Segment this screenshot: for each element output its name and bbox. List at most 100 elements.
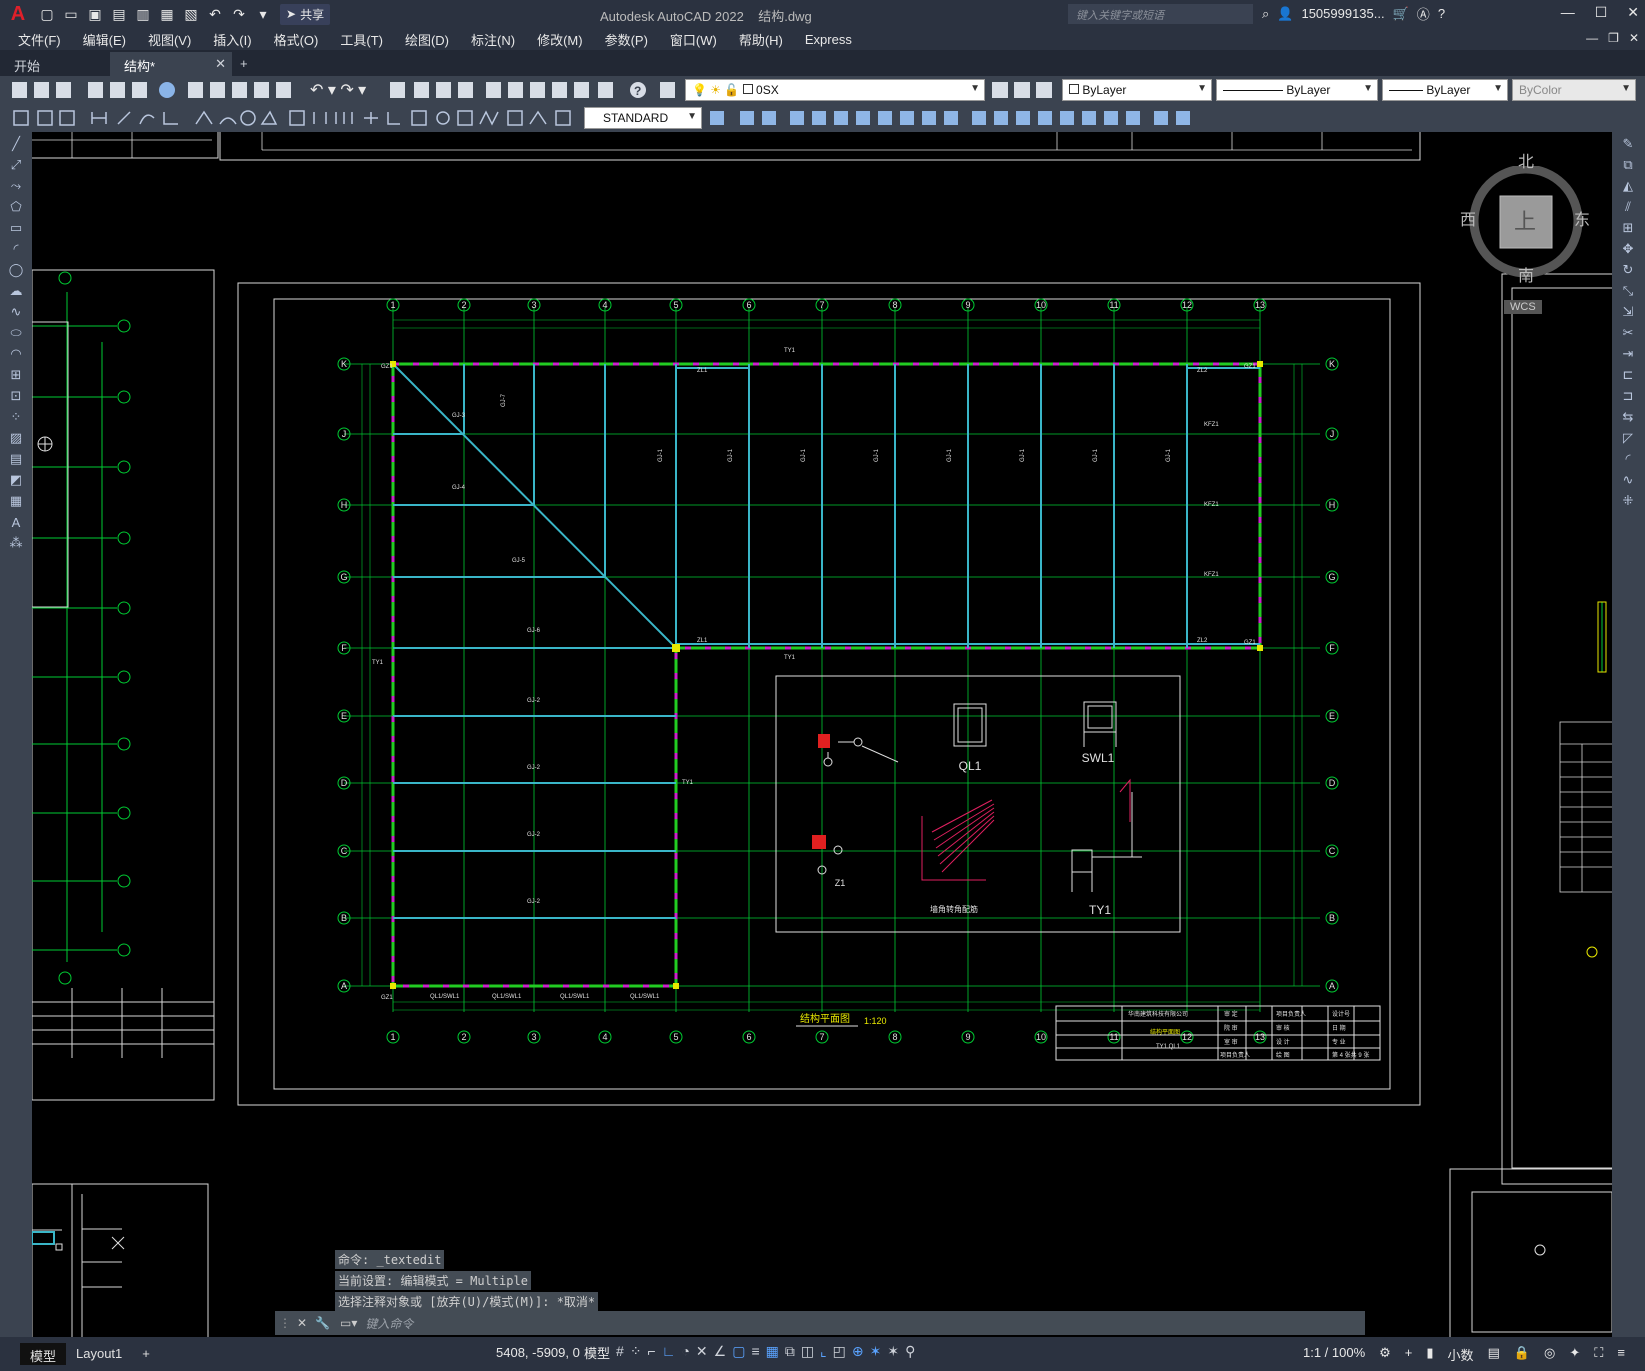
wcs-badge[interactable]: WCS bbox=[1504, 300, 1542, 314]
customization-icon[interactable]: ≡ bbox=[1617, 1345, 1625, 1364]
doc-close-icon[interactable]: ✕ bbox=[1629, 31, 1639, 45]
tab-model[interactable]: 模型 bbox=[20, 1343, 67, 1365]
search-icon[interactable]: ⌕ bbox=[1262, 6, 1269, 22]
rotate-icon[interactable]: ↻ bbox=[1618, 261, 1638, 279]
break-at-point-icon[interactable]: ⊏ bbox=[1618, 366, 1638, 384]
menu-tools[interactable]: 工具(T) bbox=[340, 30, 383, 49]
menu-parametric[interactable]: 参数(P) bbox=[605, 30, 648, 49]
search-input[interactable]: 键入关键字或短语 bbox=[1068, 4, 1253, 24]
3d-osnap-icon[interactable]: ◫ bbox=[801, 1343, 814, 1362]
grid-icon[interactable]: # bbox=[616, 1343, 624, 1362]
ellipse-icon[interactable]: ⬭ bbox=[6, 324, 26, 342]
menu-window[interactable]: 窗口(W) bbox=[670, 30, 717, 49]
polar-icon[interactable]: ◔ bbox=[681, 1343, 689, 1362]
close-icon[interactable]: ✕ bbox=[1627, 4, 1639, 21]
hardware-accel-icon[interactable]: ✦ bbox=[1569, 1345, 1580, 1364]
dynamic-ucs-icon[interactable]: ⌞ bbox=[820, 1343, 827, 1362]
construction-line-icon[interactable]: ⤢ bbox=[6, 156, 26, 174]
spline-icon[interactable]: ∿ bbox=[6, 303, 26, 321]
doc-restore-icon[interactable]: ❐ bbox=[1608, 31, 1619, 45]
isodraft-icon[interactable]: ✕ bbox=[696, 1343, 708, 1362]
mtext-icon[interactable]: A bbox=[6, 513, 26, 531]
close-icon[interactable]: ✕ bbox=[297, 1316, 307, 1330]
annotation-scale[interactable]: 1:1 / 100% bbox=[1303, 1345, 1365, 1364]
cart-icon[interactable]: 🛒 bbox=[1393, 6, 1409, 22]
add-layout-button[interactable]: + bbox=[132, 1343, 160, 1365]
insert-block-icon[interactable]: ⊞ bbox=[6, 366, 26, 384]
copy-icon[interactable]: ⧉ bbox=[1618, 156, 1638, 174]
command-input[interactable]: 键入命令 bbox=[365, 1315, 413, 1332]
linetype-dropdown[interactable]: ByLayer ▼ bbox=[1216, 79, 1378, 101]
chamfer-icon[interactable]: ◸ bbox=[1618, 429, 1638, 447]
dimension-tool-icons[interactable] bbox=[0, 104, 580, 132]
compass-south[interactable]: 南 bbox=[1518, 262, 1534, 286]
revcloud-icon[interactable]: ☁ bbox=[6, 282, 26, 300]
drawing-canvas[interactable]: 1 2 3 4 5 6 7 8 9 10 11 12 13 1 2 3 4 5 … bbox=[32, 132, 1612, 1337]
plotstyle-dropdown[interactable]: ByColor ▼ bbox=[1512, 79, 1636, 101]
plot-icon[interactable]: ▧ bbox=[180, 3, 202, 25]
customize-qat-icon[interactable]: ▾ bbox=[252, 3, 274, 25]
infer-icon[interactable]: ⌐ bbox=[648, 1343, 656, 1362]
modify-tool-icons[interactable] bbox=[706, 104, 1206, 132]
add-selected-icon[interactable]: ⁂ bbox=[6, 534, 26, 552]
drawing-viewport[interactable]: 1 2 3 4 5 6 7 8 9 10 11 12 13 1 2 3 4 5 … bbox=[32, 132, 1612, 1337]
lineweight-dropdown[interactable]: ByLayer ▼ bbox=[1382, 79, 1508, 101]
menu-format[interactable]: 格式(O) bbox=[274, 30, 319, 49]
table-icon[interactable]: ▦ bbox=[6, 492, 26, 510]
ortho-icon[interactable]: ∟ bbox=[662, 1343, 676, 1362]
compass-north[interactable]: 北 bbox=[1518, 148, 1534, 172]
autodesk-app-icon[interactable]: Ⓐ bbox=[1417, 4, 1430, 23]
textstyle-dropdown[interactable]: STANDARD ▼ bbox=[584, 107, 702, 129]
menu-help[interactable]: 帮助(H) bbox=[739, 30, 783, 49]
viewcube[interactable]: 北 南 西 东 上 WCS bbox=[1460, 154, 1590, 322]
new-tab-button[interactable]: + bbox=[232, 52, 260, 76]
menu-modify[interactable]: 修改(M) bbox=[537, 30, 583, 49]
annotation-monitor-icon[interactable]: + bbox=[1405, 1345, 1413, 1364]
maximize-icon[interactable]: ☐ bbox=[1595, 4, 1608, 21]
user-icon[interactable]: 👤 bbox=[1277, 6, 1293, 22]
array-icon[interactable]: ⊞ bbox=[1618, 219, 1638, 237]
annotation-visibility-icon[interactable]: ✶ bbox=[870, 1343, 882, 1362]
save-as-icon[interactable]: ▤ bbox=[108, 3, 130, 25]
standard-tool-icons[interactable]: ↶ ▾ ↷ ▾ ? bbox=[0, 76, 680, 104]
workspace-icon[interactable]: ⚙ bbox=[1379, 1345, 1391, 1364]
lock-ui-icon[interactable]: 🔒 bbox=[1514, 1345, 1530, 1364]
selection-cycling-icon[interactable]: ⧉ bbox=[785, 1343, 795, 1362]
menu-dimension[interactable]: 标注(N) bbox=[471, 30, 515, 49]
arc-icon[interactable]: ◜ bbox=[6, 240, 26, 258]
autocad-logo-icon[interactable]: A bbox=[0, 0, 36, 28]
layer-dropdown[interactable]: 💡 ☀ 🔓 0SX ▼ bbox=[685, 79, 985, 101]
scale-icon[interactable]: ⤡ bbox=[1618, 282, 1638, 300]
blend-icon[interactable]: ∿ bbox=[1618, 471, 1638, 489]
open-web-icon[interactable]: ▥ bbox=[132, 3, 154, 25]
rectangle-icon[interactable]: ▭ bbox=[6, 219, 26, 237]
transparency-icon[interactable]: ▦ bbox=[766, 1343, 779, 1362]
menu-express[interactable]: Express bbox=[805, 32, 852, 47]
save-icon[interactable]: ▣ bbox=[84, 3, 106, 25]
move-icon[interactable]: ✥ bbox=[1618, 240, 1638, 258]
tab-close-icon[interactable]: ✕ bbox=[215, 56, 226, 72]
offset-icon[interactable]: ⫽ bbox=[1618, 198, 1638, 216]
hatch-icon[interactable]: ▨ bbox=[6, 429, 26, 447]
tab-structure[interactable]: 结构* ✕ bbox=[110, 52, 232, 76]
units-value[interactable]: 小数 bbox=[1448, 1345, 1474, 1364]
undo-icon[interactable]: ↶ bbox=[204, 3, 226, 25]
selection-filter-icon[interactable]: ◰ bbox=[833, 1343, 846, 1362]
save-web-icon[interactable]: ▦ bbox=[156, 3, 178, 25]
menu-file[interactable]: 文件(F) bbox=[18, 30, 61, 49]
compass-east[interactable]: 东 bbox=[1574, 206, 1590, 230]
minimize-icon[interactable]: — bbox=[1561, 4, 1575, 21]
extend-icon[interactable]: ⇥ bbox=[1618, 345, 1638, 363]
autoscale-icon[interactable]: ✶ bbox=[887, 1343, 899, 1362]
annotation-scale-icon[interactable]: ⚲ bbox=[905, 1343, 915, 1362]
trim-icon[interactable]: ✂ bbox=[1618, 324, 1638, 342]
circle-icon[interactable]: ◯ bbox=[6, 261, 26, 279]
mirror-icon[interactable]: ◭ bbox=[1618, 177, 1638, 195]
point-icon[interactable]: ⁘ bbox=[6, 408, 26, 426]
erase-icon[interactable]: ✎ bbox=[1618, 135, 1638, 153]
gradient-icon[interactable]: ▤ bbox=[6, 450, 26, 468]
menu-view[interactable]: 视图(V) bbox=[148, 30, 191, 49]
tab-layout1[interactable]: Layout1 bbox=[66, 1343, 132, 1365]
line-icon[interactable]: ╱ bbox=[6, 135, 26, 153]
polyline-icon[interactable]: ⤳ bbox=[6, 177, 26, 195]
